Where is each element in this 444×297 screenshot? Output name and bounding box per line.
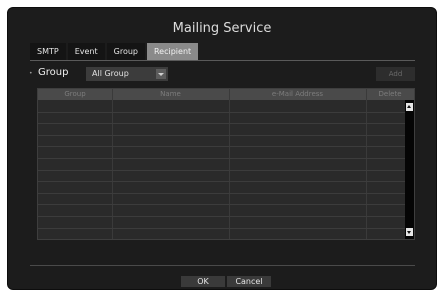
bullet-icon: • <box>29 70 33 77</box>
tab-event[interactable]: Event <box>67 43 105 60</box>
column-header-email[interactable]: e-Mail Address <box>229 89 366 100</box>
table-row-divider <box>38 216 405 217</box>
scroll-down-icon[interactable] <box>406 228 413 236</box>
dialog-title: Mailing Service <box>172 21 272 36</box>
tab-bar: SMTP Event Group Recipient <box>30 43 200 60</box>
table-row-divider <box>38 227 405 229</box>
table-row-divider <box>38 146 405 148</box>
cancel-button[interactable]: Cancel <box>227 276 271 287</box>
tab-smtp[interactable]: SMTP <box>30 43 66 60</box>
scroll-up-icon[interactable] <box>406 103 413 111</box>
group-select[interactable]: All Group <box>86 67 168 81</box>
table-scrollbar[interactable] <box>405 100 414 239</box>
column-header-delete[interactable]: Delete <box>366 89 414 100</box>
recipient-table: Group Name e-Mail Address Delete <box>37 88 415 240</box>
table-row-divider <box>38 169 405 171</box>
table-row-divider <box>38 239 405 240</box>
group-label: Group <box>38 67 69 78</box>
table-row-divider <box>38 158 405 159</box>
table-row-divider <box>38 111 405 113</box>
table-header: Group Name e-Mail Address Delete <box>38 89 414 100</box>
table-row-divider <box>38 123 405 125</box>
column-header-name[interactable]: Name <box>112 89 229 100</box>
table-row-divider <box>38 192 405 194</box>
footer-divider <box>30 265 415 266</box>
dropdown-arrow-icon[interactable] <box>156 69 166 79</box>
tab-recipient[interactable]: Recipient <box>146 43 199 60</box>
table-row-divider <box>38 181 405 183</box>
tab-group[interactable]: Group <box>106 43 145 60</box>
tab-divider <box>30 60 415 61</box>
add-button[interactable]: Add <box>376 67 415 81</box>
table-row-divider <box>38 134 405 136</box>
group-select-value: All Group <box>92 69 129 78</box>
ok-button[interactable]: OK <box>181 276 225 287</box>
table-row-divider <box>38 204 405 206</box>
column-header-group[interactable]: Group <box>38 89 112 100</box>
